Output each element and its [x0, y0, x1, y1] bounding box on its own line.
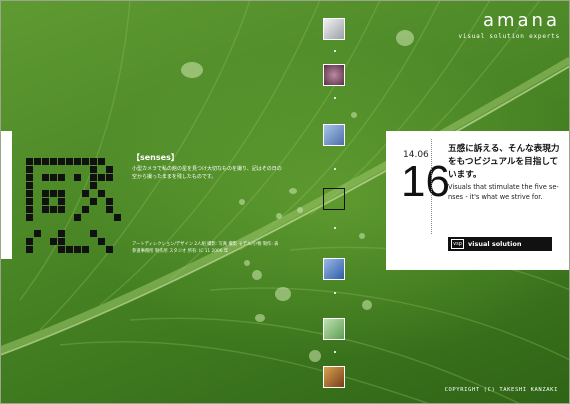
senses-title: 【senses】: [132, 153, 179, 162]
visual-solution-produce-label: visual solution produce: [468, 240, 522, 258]
copyright-text: COPYRIGHT (C) TAKESHI KANZAKI: [444, 387, 558, 393]
news-date-big-day: 16: [401, 157, 450, 206]
news-headline-jp: 五感に訴える、そんな表現力をもつビジュアルを目指しています。: [448, 144, 560, 180]
thumbnail-leaf-blue[interactable]: [323, 124, 345, 146]
strip-dot: [334, 97, 336, 99]
visual-solution-produce-button[interactable]: vsp visual solution produce: [448, 237, 552, 258]
thumbnail-succulent-purple[interactable]: [323, 64, 345, 86]
thumbnail-water-blue[interactable]: [323, 258, 345, 280]
vsp-icon: vsp: [451, 239, 464, 249]
thumbnail-autumn-leaves[interactable]: [323, 366, 345, 388]
strip-dot: [334, 50, 336, 52]
logo-tagline: visual solution experts: [458, 33, 560, 40]
thumbnail-green-plant[interactable]: [323, 318, 345, 340]
strip-dot: [334, 351, 336, 353]
senses-description: 小型カメラで私の館の星を見つけ大切なものを撮り、記はその日の空から撮ったままを残…: [132, 166, 282, 180]
logo-wordmark: amana: [482, 10, 560, 31]
strip-dot: [334, 168, 336, 170]
amana-logo[interactable]: amana visual solution experts: [458, 10, 560, 41]
left-edge-tab[interactable]: [0, 131, 12, 259]
strip-dot: [334, 292, 336, 294]
thumbnail-selected[interactable]: [323, 188, 345, 210]
news-body-en: Visuals that stimulate the five se-nses …: [448, 183, 559, 201]
thumbnail-flower-white[interactable]: [323, 18, 345, 40]
panel-divider: [431, 139, 432, 234]
strip-dot: [334, 227, 336, 229]
leaf-background: 【senses】 小型カメラで私の館の星を見つけ大切なものを撮り、記はその日の空…: [0, 0, 570, 404]
senses-credit: アートディレクション/デザイン 2人組 撮影: 写真 撮影 モデル/小物 制作:…: [132, 242, 279, 254]
news-panel: 14.06 16 五感に訴える、そんな表現力をもつビジュアルを目指しています。 …: [386, 131, 570, 270]
kanji-pixel-icon: [26, 158, 121, 253]
